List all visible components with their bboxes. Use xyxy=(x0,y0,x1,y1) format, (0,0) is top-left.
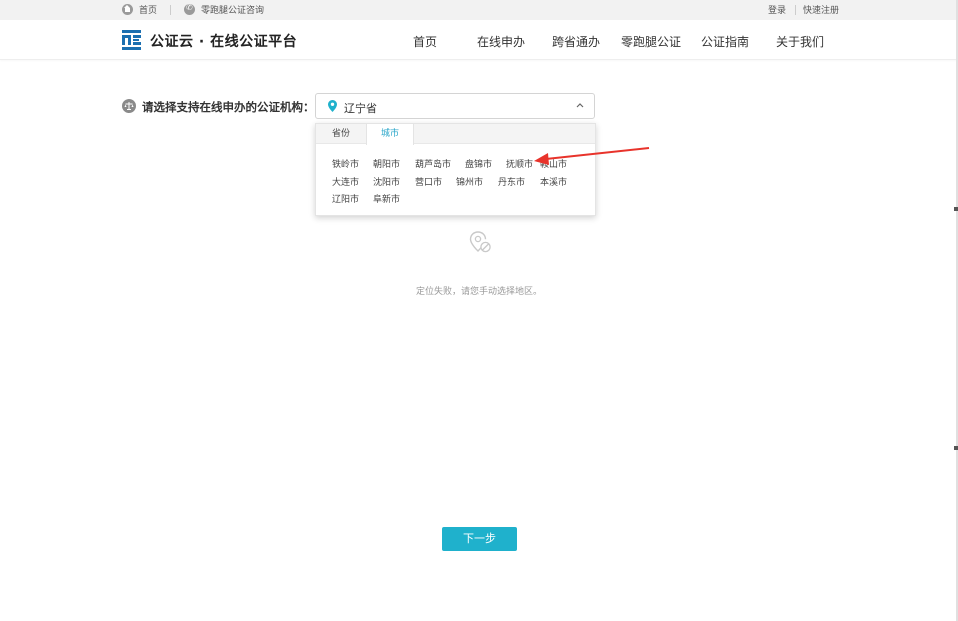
city-option[interactable]: 营口市 xyxy=(415,175,442,188)
top-utility-bar: 首页 零跑腿公证咨询 登录 快速注册 xyxy=(0,0,958,20)
location-pin-icon xyxy=(328,100,337,112)
consult-link[interactable]: 零跑腿公证咨询 xyxy=(184,3,264,16)
next-button[interactable]: 下一步 xyxy=(442,527,517,551)
annotation-arrow-icon xyxy=(534,147,650,165)
nav-item-online-apply[interactable]: 在线申办 xyxy=(477,33,525,50)
chevron-up-icon xyxy=(576,103,584,108)
city-option[interactable]: 沈阳市 xyxy=(373,175,400,188)
brand-title: 公证云 · 在线公证平台 xyxy=(150,34,298,50)
city-option[interactable]: 辽阳市 xyxy=(332,192,359,205)
login-link-label: 登录 xyxy=(768,6,787,16)
nav-item-cross-province[interactable]: 跨省通办 xyxy=(552,33,600,50)
city-option[interactable]: 朝阳市 xyxy=(373,157,400,170)
scale-icon xyxy=(122,99,136,113)
consult-link-label: 零跑腿公证咨询 xyxy=(201,6,265,16)
institution-select-label: 请选择支持在线申办的公证机构： xyxy=(142,100,315,114)
city-option[interactable]: 本溪市 xyxy=(540,175,567,188)
register-link[interactable]: 快速注册 xyxy=(803,3,839,16)
scrollbar-mark xyxy=(954,446,958,450)
region-select-value: 辽宁省 xyxy=(344,102,377,115)
city-option[interactable]: 盘锦市 xyxy=(465,157,492,170)
login-link[interactable]: 登录 xyxy=(768,3,786,16)
nav-item-home[interactable]: 首页 xyxy=(413,33,437,50)
empty-state-message: 定位失败，请您手动选择地区。 xyxy=(415,287,542,297)
home-link[interactable]: 首页 xyxy=(122,3,157,16)
main-header: 公证云 · 在线公证平台 首页 在线申办 跨省通办 零跑腿公证 公证指南 关于我… xyxy=(0,20,958,60)
nav-item-guide[interactable]: 公证指南 xyxy=(701,33,749,50)
city-option[interactable]: 葫芦岛市 xyxy=(415,157,451,170)
city-option[interactable]: 阜新市 xyxy=(373,192,400,205)
logo-icon[interactable] xyxy=(122,30,141,50)
city-option[interactable]: 锦州市 xyxy=(456,175,483,188)
region-select[interactable]: 辽宁省 xyxy=(315,93,595,119)
register-link-label: 快速注册 xyxy=(803,6,840,16)
phone-icon xyxy=(184,3,195,15)
scrollbar-mark xyxy=(954,207,958,211)
city-option[interactable]: 铁岭市 xyxy=(332,157,359,170)
topbar-divider xyxy=(795,5,796,15)
city-option[interactable]: 大连市 xyxy=(332,175,359,188)
nav-item-zero-errand[interactable]: 零跑腿公证 xyxy=(621,33,681,50)
location-failed-icon xyxy=(469,231,491,253)
city-option[interactable]: 丹东市 xyxy=(498,175,525,188)
nav-item-about[interactable]: 关于我们 xyxy=(776,33,824,50)
topbar-divider xyxy=(170,5,171,15)
home-link-label: 首页 xyxy=(139,6,158,16)
home-icon xyxy=(122,4,133,15)
tab-city[interactable]: 城市 xyxy=(366,124,414,145)
tab-province[interactable]: 省份 xyxy=(316,124,366,144)
